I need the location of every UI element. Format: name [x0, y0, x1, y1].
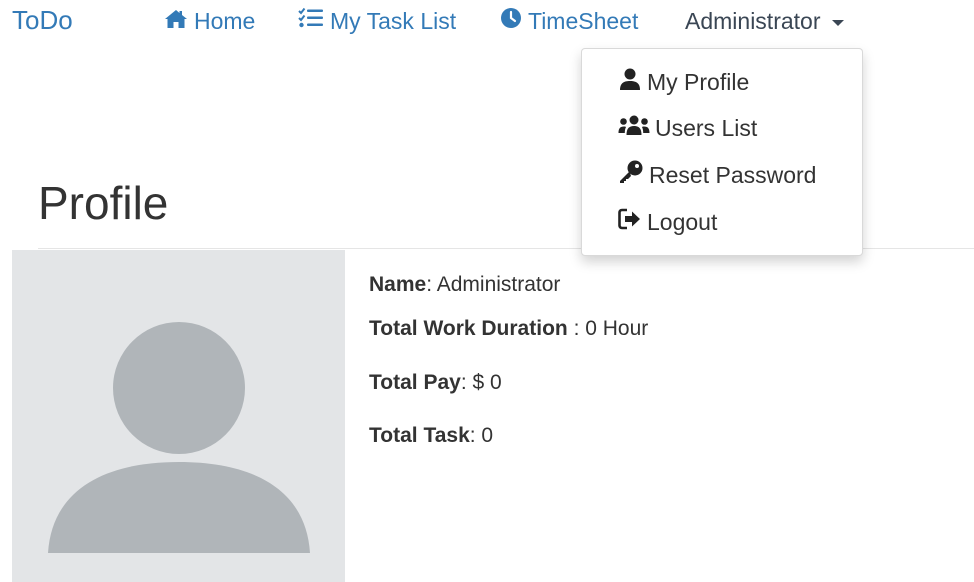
pay-value: $ 0 [472, 371, 502, 394]
pay-separator: : [460, 371, 473, 394]
menu-item-label: Reset Password [649, 161, 817, 188]
caret-down-icon [832, 19, 845, 26]
pay-label: Total Pay [369, 371, 461, 394]
task-separator: : [469, 424, 482, 447]
user-menu-toggle[interactable]: Administrator [685, 7, 845, 35]
logout-icon [618, 208, 642, 236]
home-icon [164, 8, 188, 35]
nav-timesheet-label: TimeSheet [528, 7, 639, 34]
clock-icon [500, 7, 522, 35]
page-title: Profile [38, 177, 169, 229]
name-value: Administrator [436, 273, 561, 296]
duration-value: 0 Hour [585, 317, 649, 340]
brand-link[interactable]: ToDo [12, 5, 73, 36]
users-icon [618, 114, 650, 142]
menu-item-my-profile[interactable]: My Profile [618, 68, 749, 96]
nav-task-list-label: My Task List [330, 7, 457, 34]
user-menu-label: Administrator [685, 7, 821, 34]
nav-task-list[interactable]: My Task List [298, 7, 456, 35]
nav-home-label: Home [194, 7, 256, 34]
menu-item-label: Logout [647, 208, 718, 235]
name-separator: : [426, 273, 437, 296]
profile-name: Name: Administrator [369, 273, 560, 297]
profile-total-task: Total Task: 0 [369, 424, 493, 448]
duration-label: Total Work Duration [369, 317, 568, 340]
menu-item-logout[interactable]: Logout [618, 208, 717, 236]
nav-home[interactable]: Home [164, 7, 255, 35]
name-label: Name [369, 273, 427, 296]
navbar: ToDo Home My Task List TimeSheet Adminis… [0, 0, 974, 44]
user-icon [618, 67, 642, 97]
avatar [12, 250, 345, 582]
task-list-icon [298, 7, 324, 35]
avatar-placeholder-icon [48, 322, 310, 553]
menu-item-reset-password[interactable]: Reset Password [618, 160, 817, 190]
menu-item-label: Users List [655, 114, 758, 141]
task-label: Total Task [369, 424, 470, 447]
user-dropdown-menu: My Profile Users List Reset Password Log… [581, 48, 863, 256]
profile-work-duration: Total Work Duration : 0 Hour [369, 317, 648, 341]
key-icon [618, 160, 644, 190]
profile-total-pay: Total Pay: $ 0 [369, 371, 502, 395]
menu-item-users-list[interactable]: Users List [618, 114, 757, 142]
nav-timesheet[interactable]: TimeSheet [500, 7, 638, 35]
task-value: 0 [481, 424, 494, 447]
menu-item-label: My Profile [647, 68, 750, 95]
duration-separator: : [567, 317, 586, 340]
